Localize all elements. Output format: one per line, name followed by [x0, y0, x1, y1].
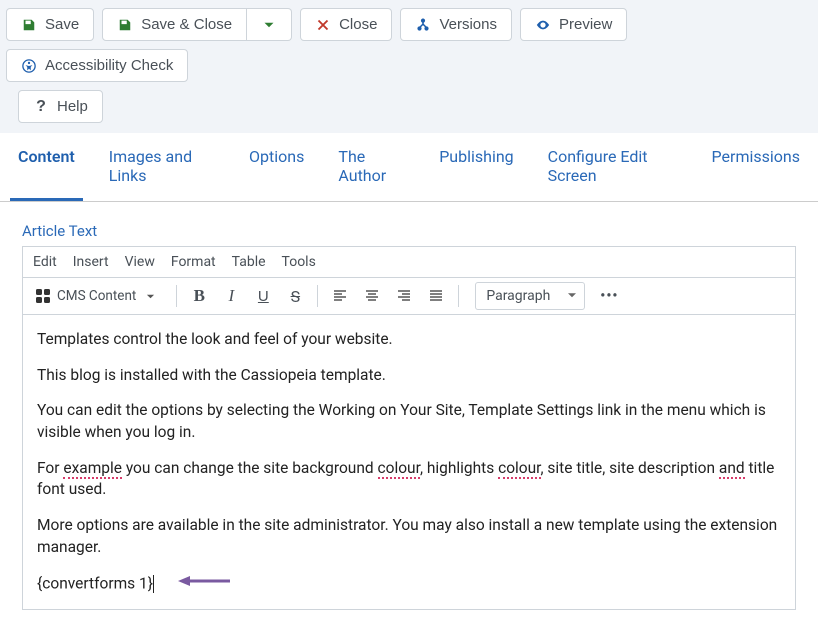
chevron-down-icon [261, 17, 277, 33]
chevron-down-icon [142, 288, 158, 304]
close-icon [315, 17, 331, 33]
paragraph: {convertforms 1} [37, 573, 781, 596]
paragraph: More options are available in the site a… [37, 515, 781, 558]
save-label: Save [45, 16, 79, 33]
spell-error: example [63, 459, 122, 479]
text-cursor [153, 575, 154, 593]
align-right-button[interactable] [390, 282, 418, 310]
tab-publishing[interactable]: Publishing [431, 133, 521, 201]
menu-tools[interactable]: Tools [282, 254, 316, 270]
tab-images-links[interactable]: Images and Links [101, 133, 223, 201]
tab-configure[interactable]: Configure Edit Screen [540, 133, 686, 201]
accessibility-label: Accessibility Check [45, 57, 173, 74]
menu-table[interactable]: Table [232, 254, 266, 270]
paragraph: You can edit the options by selecting th… [37, 400, 781, 443]
annotation-arrow-icon [176, 573, 232, 596]
tabs: Content Images and Links Options The Aut… [0, 133, 818, 202]
accessibility-button[interactable]: Accessibility Check [6, 49, 188, 82]
strikethrough-button[interactable]: S [281, 282, 309, 310]
menu-insert[interactable]: Insert [73, 254, 109, 270]
tab-author[interactable]: The Author [330, 133, 413, 201]
accessibility-icon [21, 58, 37, 74]
save-close-dropdown[interactable] [247, 8, 292, 41]
menu-edit[interactable]: Edit [33, 254, 57, 270]
help-label: Help [57, 98, 88, 115]
underline-button[interactable]: U [249, 282, 277, 310]
align-justify-button[interactable] [422, 282, 450, 310]
tab-content[interactable]: Content [10, 133, 83, 201]
close-label: Close [339, 16, 377, 33]
spell-error: and [719, 459, 745, 479]
block-format-label: Paragraph [486, 288, 550, 304]
preview-button[interactable]: Preview [520, 8, 627, 41]
italic-button[interactable]: I [217, 282, 245, 310]
action-toolbar-row2: ? Help [0, 86, 818, 133]
editor: Edit Insert View Format Table Tools CMS … [22, 246, 796, 610]
preview-label: Preview [559, 16, 612, 33]
editor-toolbar: CMS Content B I U S [23, 277, 795, 315]
cms-content-dropdown[interactable]: CMS Content [29, 282, 168, 310]
menu-format[interactable]: Format [171, 254, 216, 270]
editor-menubar: Edit Insert View Format Table Tools [23, 247, 795, 277]
spell-error: colour [378, 459, 420, 479]
joomla-icon [35, 288, 51, 304]
block-format-select[interactable]: Paragraph [475, 282, 585, 310]
save-button[interactable]: Save [6, 8, 94, 41]
action-toolbar: Save Save & Close Close Versions Prev [0, 0, 818, 86]
cms-content-label: CMS Content [57, 288, 136, 304]
paragraph: Templates control the look and feel of y… [37, 329, 781, 351]
align-center-button[interactable] [358, 282, 386, 310]
tab-options[interactable]: Options [241, 133, 312, 201]
help-button[interactable]: ? Help [18, 90, 103, 123]
save-close-group: Save & Close [102, 8, 292, 41]
save-close-label: Save & Close [141, 16, 232, 33]
content-pane: Article Text Edit Insert View Format Tab… [0, 202, 818, 630]
menu-view[interactable]: View [125, 254, 155, 270]
versions-label: Versions [439, 16, 497, 33]
versions-button[interactable]: Versions [400, 8, 512, 41]
more-button[interactable]: ••• [595, 282, 623, 310]
versions-icon [415, 17, 431, 33]
save-icon [117, 17, 133, 33]
bold-button[interactable]: B [185, 282, 213, 310]
separator [176, 285, 177, 307]
paragraph: For example you can change the site back… [37, 458, 781, 501]
spell-error: colour [498, 459, 540, 479]
close-button[interactable]: Close [300, 8, 392, 41]
separator [317, 285, 318, 307]
article-text-label: Article Text [22, 222, 796, 240]
save-close-button[interactable]: Save & Close [102, 8, 247, 41]
align-left-button[interactable] [326, 282, 354, 310]
save-icon [21, 17, 37, 33]
tab-permissions[interactable]: Permissions [704, 133, 808, 201]
paragraph: This blog is installed with the Cassiope… [37, 365, 781, 387]
help-icon: ? [33, 99, 49, 115]
separator [458, 285, 459, 307]
eye-icon [535, 17, 551, 33]
editor-body[interactable]: Templates control the look and feel of y… [23, 315, 795, 595]
